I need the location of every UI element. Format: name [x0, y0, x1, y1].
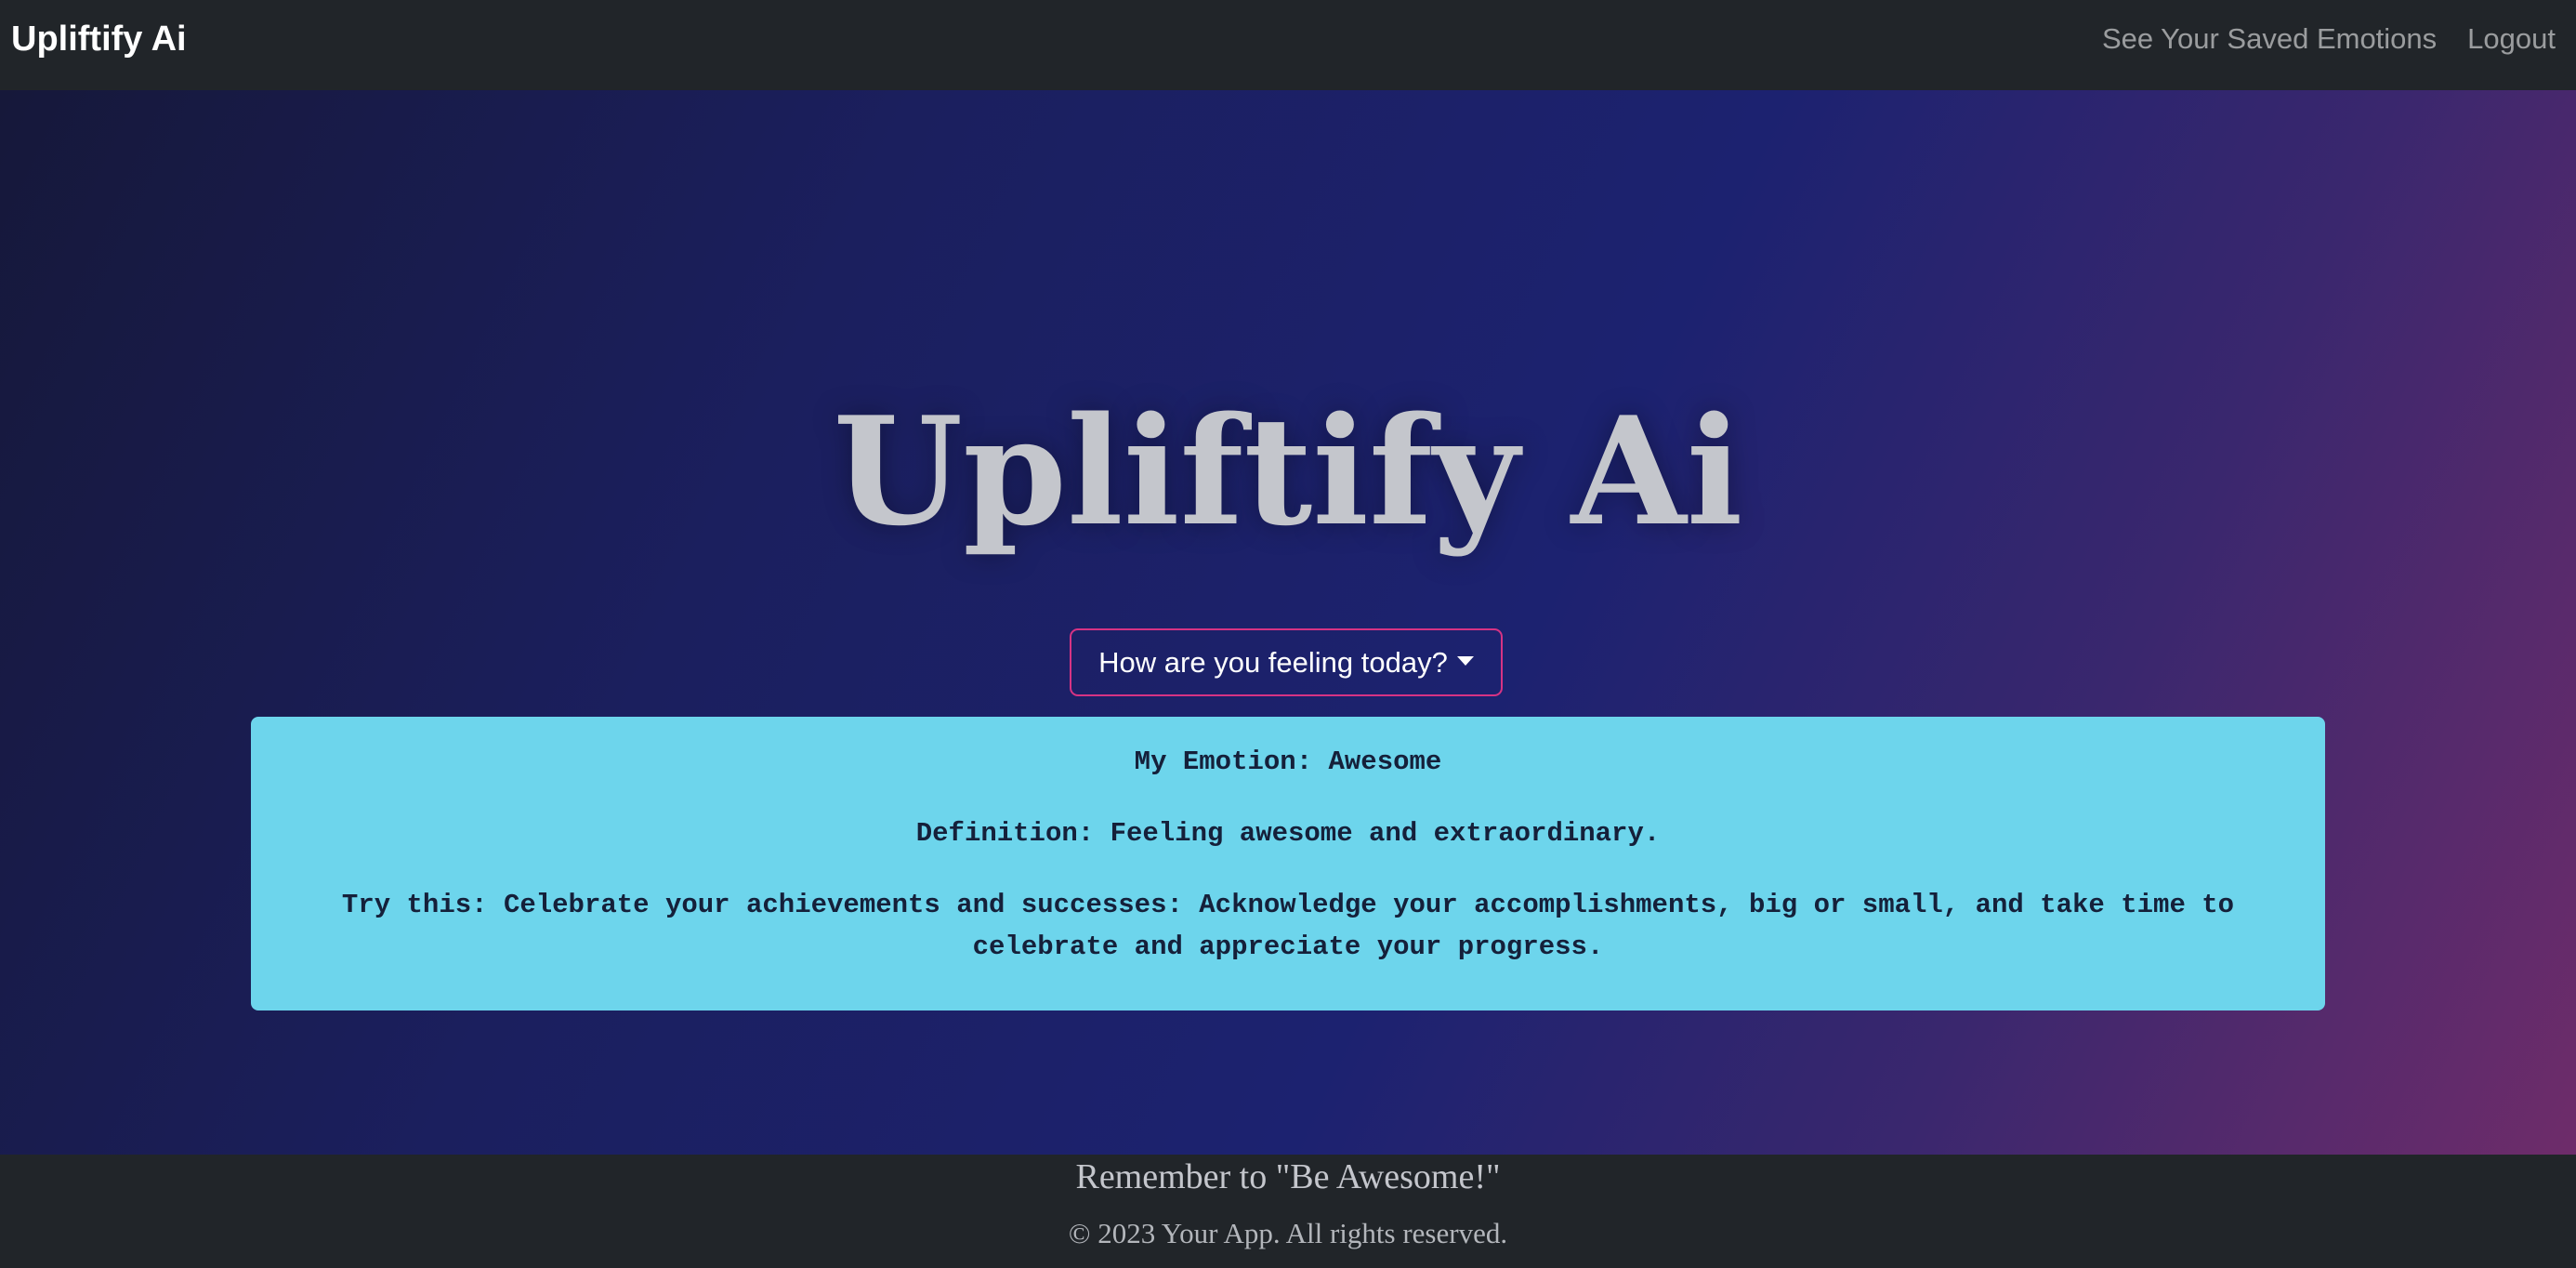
emotion-info-card: My Emotion: Awesome Definition: Feeling … — [251, 717, 2325, 1010]
brand-logo-link[interactable]: Upliftify Ai — [11, 13, 187, 65]
hero-title: Upliftify Ai — [833, 384, 1743, 559]
footer-tagline: Remember to "Be Awesome!" — [1075, 1157, 1501, 1196]
top-navbar: Upliftify Ai See Your Saved Emotions Log… — [0, 0, 2576, 90]
nav-link-logout[interactable]: Logout — [2467, 22, 2556, 56]
emotion-dropdown-button[interactable]: How are you feeling today? — [1070, 628, 1503, 696]
hero-section: Upliftify Ai How are you feeling today? … — [0, 90, 2576, 1155]
definition-text: Definition: Feeling awesome and extraord… — [915, 818, 1661, 849]
emotion-dropdown-label: How are you feeling today? — [1098, 645, 1448, 679]
nav-link-saved-emotions[interactable]: See Your Saved Emotions — [2102, 22, 2437, 56]
emotion-text: My Emotion: Awesome — [1134, 746, 1442, 777]
caret-down-icon — [1456, 655, 1474, 666]
page-footer: Remember to "Be Awesome!" © 2023 Your Ap… — [0, 1155, 2576, 1268]
suggestion-text: Try this: Celebrate your achievements an… — [341, 890, 2235, 962]
footer-copyright: © 2023 Your App. All rights reserved. — [1068, 1217, 1508, 1249]
nav-links: See Your Saved Emotions Logout — [2102, 13, 2556, 65]
